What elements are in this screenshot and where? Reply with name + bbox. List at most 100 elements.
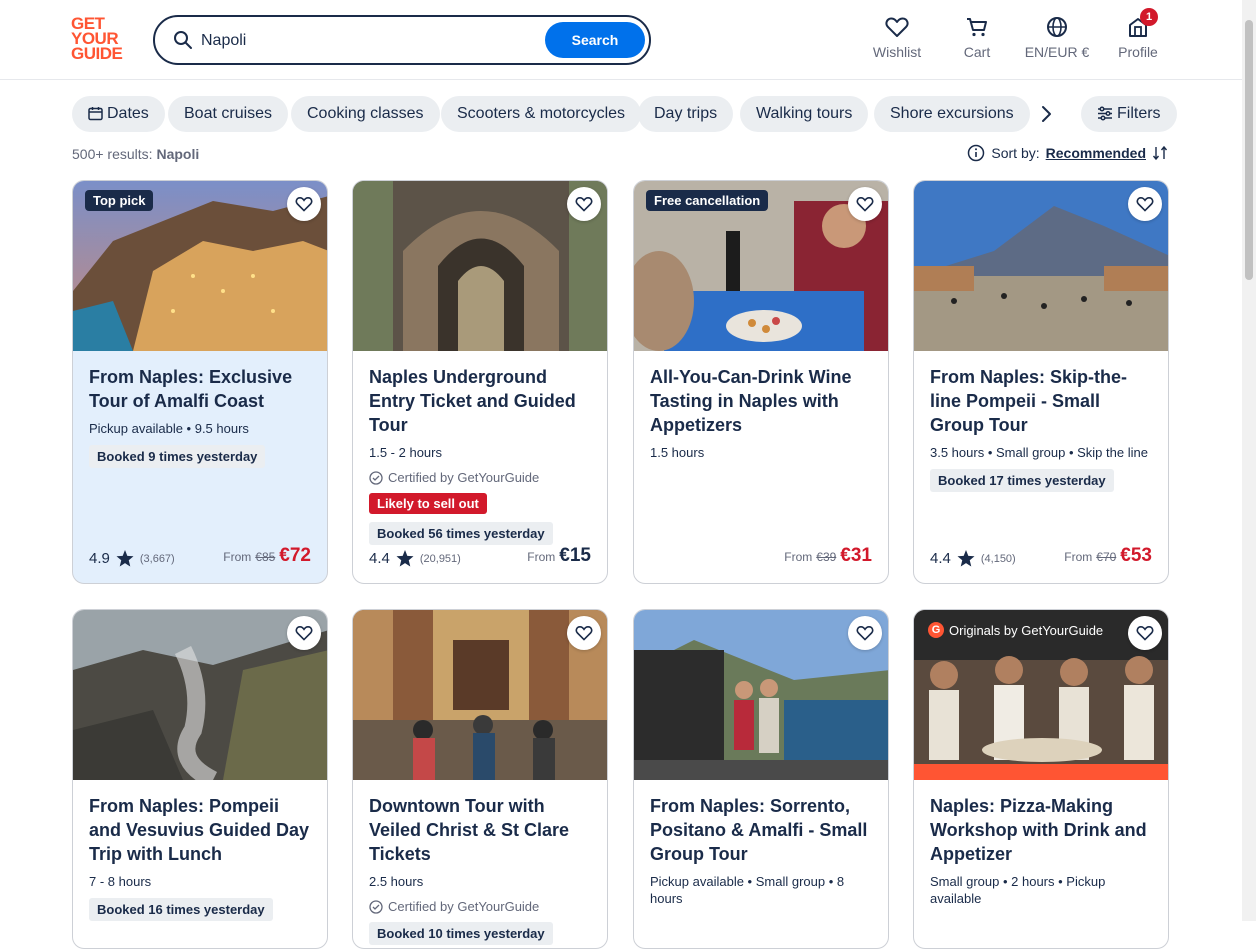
wishlist-heart-button[interactable] — [1128, 187, 1162, 221]
getyourguide-logo[interactable]: GET YOUR GUIDE — [71, 15, 131, 62]
activity-meta: 3.5 hours • Small group • Skip the line — [930, 445, 1148, 460]
language-currency-nav[interactable]: EN/EUR € — [1022, 16, 1092, 64]
price: From €39 €31 — [784, 545, 872, 566]
originals-accent-bar — [914, 764, 1168, 780]
certified-label: Certified by GetYourGuide — [369, 899, 591, 914]
chip-scooters-motorcycles[interactable]: Scooters & motorcycles — [441, 96, 642, 132]
sliders-icon — [1098, 106, 1112, 121]
activity-card[interactable]: Top pick From Naples: Exclusive Tour of … — [72, 180, 328, 584]
activity-image[interactable]: Free cancellation — [634, 181, 888, 351]
heart-icon — [295, 197, 313, 212]
sort-control[interactable]: Sort by: Recommended — [967, 144, 1168, 162]
wishlist-heart-button[interactable] — [287, 187, 321, 221]
chip-walking-tours[interactable]: Walking tours — [740, 96, 869, 132]
activity-title[interactable]: Downtown Tour with Veiled Christ & St Cl… — [369, 794, 591, 866]
originals-tag: G Originals by GetYourGuide — [926, 619, 1105, 641]
chip-day-trips[interactable]: Day trips — [638, 96, 734, 132]
activity-title[interactable]: All-You-Can-Drink Wine Tasting in Naples… — [650, 365, 872, 437]
wishlist-heart-button[interactable] — [567, 187, 601, 221]
activity-meta: 1.5 - 2 hours — [369, 445, 442, 460]
wishlist-label: Wishlist — [872, 44, 922, 60]
sort-value[interactable]: Recommended — [1046, 145, 1146, 161]
calendar-icon — [88, 107, 103, 121]
rating: 4.4 (4,150) — [930, 550, 1016, 567]
activity-title[interactable]: From Naples: Exclusive Tour of Amalfi Co… — [89, 365, 311, 413]
cart-nav[interactable]: Cart — [956, 16, 998, 64]
chip-shore-excursions[interactable]: Shore excursions — [874, 96, 1030, 132]
activity-card[interactable]: Downtown Tour with Veiled Christ & St Cl… — [352, 609, 608, 949]
likely-to-sell-out-badge: Likely to sell out — [369, 493, 487, 514]
activity-image[interactable]: G Originals by GetYourGuide — [914, 610, 1168, 780]
wishlist-heart-button[interactable] — [848, 187, 882, 221]
getyourguide-g-icon: G — [928, 622, 944, 638]
heart-icon — [856, 197, 874, 212]
activity-card[interactable]: From Naples: Pompeii and Vesuvius Guided… — [72, 609, 328, 949]
search-bar: Search — [153, 15, 651, 65]
activity-image[interactable] — [634, 610, 888, 780]
wishlist-heart-button[interactable] — [287, 616, 321, 650]
activity-image[interactable] — [73, 610, 327, 780]
chevron-right-icon[interactable] — [1034, 102, 1058, 126]
search-input[interactable] — [201, 29, 541, 53]
certified-label: Certified by GetYourGuide — [369, 470, 591, 485]
star-icon — [396, 550, 414, 567]
price: From €15 — [527, 545, 591, 566]
page-scrollbar[interactable] — [1242, 0, 1256, 921]
heart-icon — [575, 197, 593, 212]
activity-title[interactable]: Naples Underground Entry Ticket and Guid… — [369, 365, 591, 437]
search-button[interactable]: Search — [545, 22, 645, 58]
results-count: 500+ results: Napoli — [72, 146, 200, 162]
sort-label: Sort by: — [991, 145, 1040, 161]
activity-card[interactable]: Free cancellation All-You-Can-Drink Wine… — [633, 180, 889, 584]
activity-card[interactable]: G Originals by GetYourGuide Naples: Pizza… — [913, 609, 1169, 949]
activity-image[interactable] — [914, 181, 1168, 351]
activity-image[interactable] — [353, 610, 607, 780]
chip-cooking-classes[interactable]: Cooking classes — [291, 96, 440, 132]
rating: 4.4 (20,951) — [369, 550, 461, 567]
language-currency-label: EN/EUR € — [1024, 44, 1090, 60]
filters-button[interactable]: Filters — [1081, 96, 1177, 132]
heart-icon — [1136, 626, 1154, 641]
chip-dates[interactable]: Dates — [72, 96, 165, 132]
filter-chips: Dates Boat cruises Cooking classes Scoot… — [72, 96, 1177, 132]
cart-icon — [967, 18, 987, 37]
free-cancellation-tag: Free cancellation — [646, 190, 769, 211]
top-bar: GETYOURGUIDE Search Wishlist Cart EN/EUR… — [0, 0, 1256, 80]
price: From €70 €53 — [1064, 545, 1152, 566]
wishlist-nav[interactable]: Wishlist — [872, 16, 922, 64]
notification-badge: 1 — [1140, 8, 1158, 26]
activity-meta: 2.5 hours — [369, 874, 424, 889]
activity-title[interactable]: From Naples: Sorrento, Positano & Amalfi… — [650, 794, 872, 866]
activity-meta: 7 - 8 hours — [89, 874, 152, 889]
booked-badge: Booked 10 times yesterday — [369, 922, 553, 945]
wishlist-heart-button[interactable] — [567, 616, 601, 650]
profile-nav[interactable]: 1 Profile — [1116, 8, 1160, 64]
activity-title[interactable]: From Naples: Pompeii and Vesuvius Guided… — [89, 794, 311, 866]
activity-meta: Pickup available • 9.5 hours — [89, 421, 249, 436]
activity-card[interactable]: From Naples: Sorrento, Positano & Amalfi… — [633, 609, 889, 949]
wishlist-heart-button[interactable] — [848, 616, 882, 650]
scrollbar-thumb[interactable] — [1245, 20, 1253, 280]
profile-label: Profile — [1118, 44, 1158, 60]
booked-badge: Booked 17 times yesterday — [930, 469, 1114, 492]
activity-image[interactable]: Top pick — [73, 181, 327, 351]
activity-title[interactable]: From Naples: Skip-the-line Pompeii - Sma… — [930, 365, 1152, 437]
heart-icon — [295, 626, 313, 641]
heart-icon — [1136, 197, 1154, 212]
chip-boat-cruises[interactable]: Boat cruises — [168, 96, 289, 132]
activity-image[interactable] — [353, 181, 607, 351]
activity-title[interactable]: Naples: Pizza-Making Workshop with Drink… — [930, 794, 1152, 866]
activity-card[interactable]: Naples Underground Entry Ticket and Guid… — [352, 180, 608, 584]
heart-icon — [885, 17, 909, 37]
info-icon[interactable] — [967, 144, 985, 162]
activity-meta: Small group • 2 hours • Pickup available — [930, 874, 1106, 906]
wishlist-heart-button[interactable] — [1128, 616, 1162, 650]
activity-meta: Pickup available • Small group • 8 hours — [650, 874, 845, 906]
activity-card[interactable]: From Naples: Skip-the-line Pompeii - Sma… — [913, 180, 1169, 584]
check-badge-icon — [369, 470, 383, 485]
top-pick-tag: Top pick — [85, 190, 154, 211]
rating: 4.9 (3,667) — [89, 550, 175, 567]
globe-icon — [1047, 17, 1067, 37]
booked-badge: Booked 56 times yesterday — [369, 522, 553, 545]
booked-badge: Booked 16 times yesterday — [89, 898, 273, 921]
